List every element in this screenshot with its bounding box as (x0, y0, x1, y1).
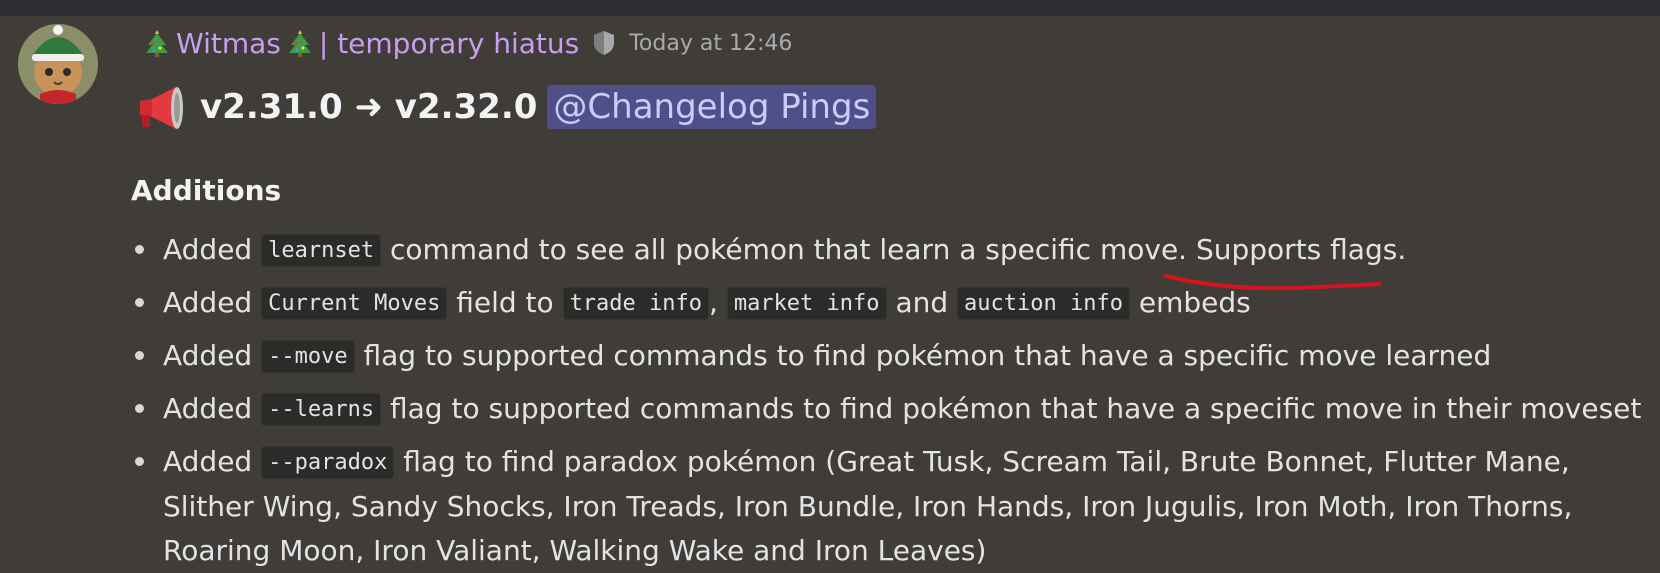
message-timestamp[interactable]: Today at 12:46 (629, 31, 792, 56)
author-name[interactable]: Witmas (176, 27, 281, 60)
inline-code: --learns (261, 393, 382, 426)
inline-code: --paradox (261, 446, 395, 479)
item-text: Supports flags. (1195, 233, 1407, 266)
item-text: Added (163, 445, 253, 478)
item-text: flag to supported commands to find pokém… (390, 392, 1642, 425)
author-status[interactable]: | temporary hiatus (319, 27, 579, 60)
item-text: and (895, 286, 949, 319)
item-text: flag to supported commands to find pokém… (363, 339, 1492, 372)
list-item: Added learnset command to see all pokémo… (131, 224, 1651, 277)
bullet (135, 351, 144, 360)
shield-icon[interactable] (591, 29, 617, 57)
inline-code: Current Moves (261, 287, 448, 320)
message-header: Witmas | temporary hiatus Today at 12:46 (138, 26, 792, 60)
item-text: Added (163, 392, 253, 425)
inline-code: learnset (261, 234, 382, 267)
section-heading: Additions (131, 174, 282, 207)
item-text: , (709, 286, 718, 319)
additions-list: Added learnset command to see all pokémo… (131, 224, 1651, 573)
list-item: Added --paradox flag to find paradox pok… (131, 436, 1651, 573)
inline-code: --move (261, 340, 355, 373)
avatar[interactable] (18, 24, 98, 104)
christmas-tree-icon (144, 29, 170, 57)
inline-code: market info (726, 287, 887, 320)
message-title-row: v2.31.0 ➜ v2.32.0 @Changelog Pings (130, 80, 877, 134)
item-text: field to (456, 286, 554, 319)
christmas-tree-icon (287, 29, 313, 57)
top-bar (0, 0, 1660, 16)
item-text: Added (163, 286, 253, 319)
inline-code: auction info (957, 287, 1130, 320)
bullet (135, 404, 144, 413)
inline-code: trade info (562, 287, 710, 320)
avatar-image (18, 24, 98, 104)
bullet (135, 245, 144, 254)
role-mention[interactable]: @Changelog Pings (547, 85, 877, 129)
list-item: Added --move flag to supported commands … (131, 330, 1651, 383)
item-text: embeds (1138, 286, 1251, 319)
list-item: Added --learns flag to supported command… (131, 383, 1651, 436)
bullet (135, 457, 144, 466)
message-title: v2.31.0 ➜ v2.32.0 (200, 87, 538, 127)
chat-message: Witmas | temporary hiatus Today at 12:46 (0, 16, 1660, 567)
item-text: Added (163, 339, 253, 372)
item-text: Added (163, 233, 253, 266)
megaphone-icon (140, 87, 183, 129)
bullet (135, 298, 144, 307)
list-item: Added Current Moves field to trade info,… (131, 277, 1651, 330)
item-text: command to see all pokémon that learn a … (390, 233, 1188, 266)
